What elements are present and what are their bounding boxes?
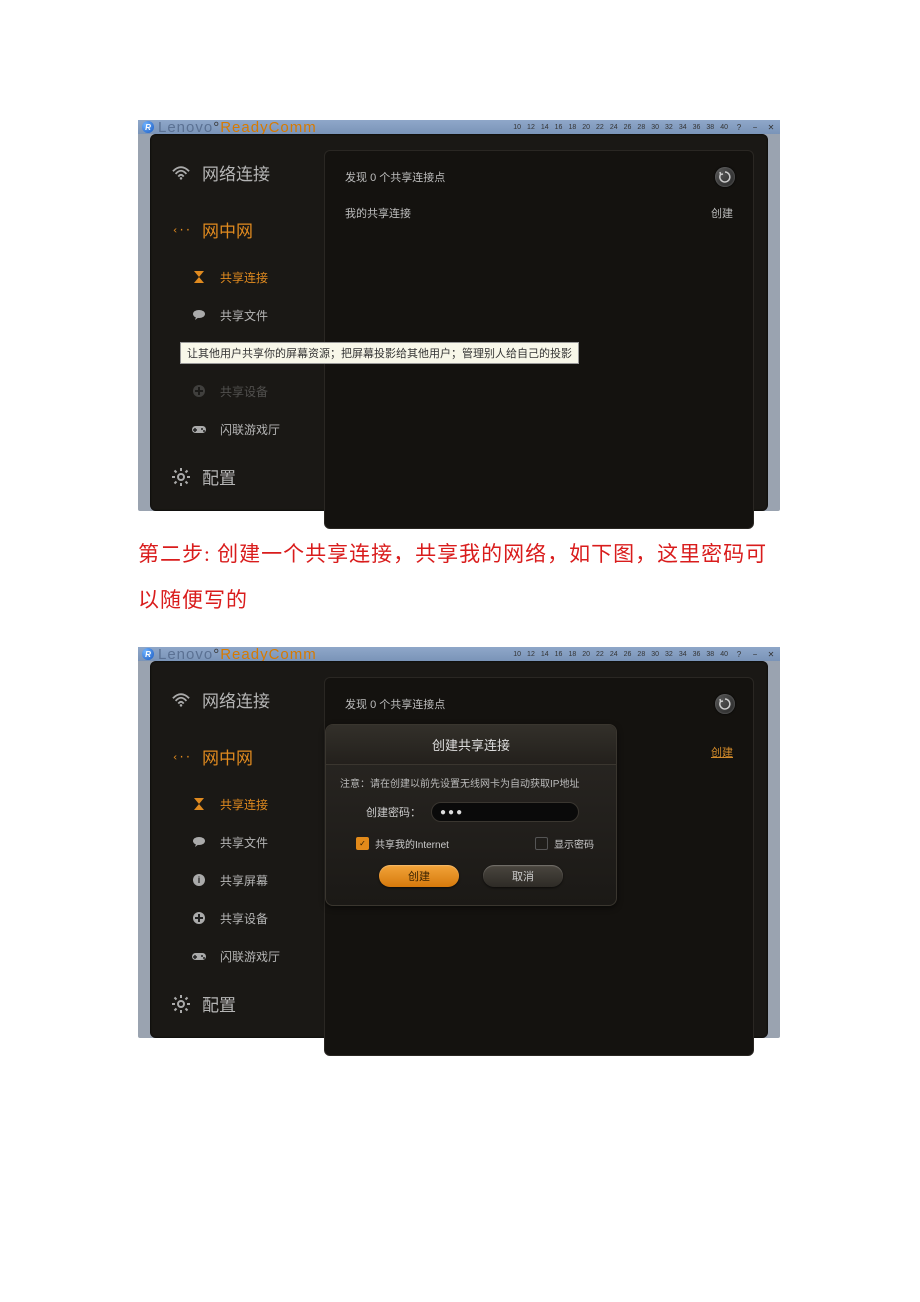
titlebar: R Lenovo°ReadyComm 101214161820222426283… — [138, 120, 780, 134]
step-caption: 第二步: 创建一个共享连接，共享我的网络，如下图，这里密码可以随便写的 — [138, 531, 782, 623]
tooltip: 让其他用户共享你的屏幕资源；把屏幕投影给其他用户；管理别人给自己的投影 — [180, 342, 579, 364]
app-title: Lenovo°ReadyComm — [158, 646, 317, 663]
sidebar-item-label: 共享连接 — [220, 796, 268, 813]
sidebar-item-label: 共享屏幕 — [220, 872, 268, 889]
mesh-icon: ‹···› — [172, 748, 190, 766]
checkbox-label: 显示密码 — [554, 836, 594, 851]
sidebar-item-label: 网络连接 — [202, 160, 270, 185]
sidebar-item-share-device[interactable]: 共享设备 — [150, 374, 320, 408]
checkbox-label: 共享我的Internet — [375, 836, 449, 851]
password-label: 创建密码： — [366, 804, 421, 820]
checkbox-on-icon: ✓ — [356, 837, 369, 850]
create-link[interactable]: 创建 — [711, 744, 733, 760]
sidebar-item-label: 共享文件 — [220, 834, 268, 851]
svg-text:‹···›: ‹···› — [172, 750, 190, 763]
create-button[interactable]: 创建 — [379, 865, 459, 887]
sidebar-item-label: 配置 — [202, 991, 236, 1016]
close-icon[interactable]: ✕ — [766, 649, 776, 659]
sidebar-item-label: 共享设备 — [220, 383, 268, 400]
chat-icon — [190, 833, 208, 851]
show-password-checkbox[interactable]: 显示密码 — [535, 836, 594, 851]
sidebar-item-label: 网络连接 — [202, 687, 270, 712]
sidebar-item-share-screen[interactable]: i 共享屏幕 — [150, 863, 320, 897]
my-share-label: 我的共享连接 — [345, 205, 411, 221]
gear-icon — [172, 468, 190, 486]
sidebar-item-network[interactable]: 网络连接 — [150, 673, 320, 726]
content-panel: 发现 0 个共享连接点 创建 创建共享连接 注意：请在创建以前先设置无线网卡为自… — [324, 677, 754, 1056]
found-line: 发现 0 个共享连接点 — [345, 696, 733, 712]
svg-text:‹···›: ‹···› — [172, 223, 190, 236]
dialog-note: 注意：请在创建以前先设置无线网卡为自动获取IP地址 — [326, 765, 616, 796]
sidebar-item-mesh[interactable]: ‹···› 网中网 — [150, 730, 320, 783]
sidebar-item-label: 共享文件 — [220, 307, 268, 324]
wifi-icon — [172, 691, 190, 709]
sidebar-item-label: 网中网 — [202, 217, 253, 242]
close-icon[interactable]: ✕ — [766, 122, 776, 132]
dialog-title: 创建共享连接 — [326, 725, 616, 765]
refresh-button[interactable] — [715, 167, 735, 187]
app-logo-icon: R — [142, 121, 154, 133]
sidebar: 网络连接 ‹···› 网中网 共享连接 — [150, 142, 320, 503]
sidebar-item-settings[interactable]: 配置 — [150, 977, 320, 1030]
sidebar-item-settings[interactable]: 配置 — [150, 450, 320, 503]
sidebar-item-label: 配置 — [202, 464, 236, 489]
wifi-icon — [172, 164, 190, 182]
gear-icon — [172, 995, 190, 1013]
create-share-dialog: 创建共享连接 注意：请在创建以前先设置无线网卡为自动获取IP地址 创建密码： ✓… — [325, 724, 617, 906]
app-title: Lenovo°ReadyComm — [158, 119, 317, 136]
svg-text:i: i — [198, 875, 201, 885]
minimize-icon[interactable]: − — [750, 649, 760, 659]
titlebar: R Lenovo°ReadyComm 101214161820222426283… — [138, 647, 780, 661]
info-icon: i — [190, 871, 208, 889]
sidebar-item-share-conn[interactable]: 共享连接 — [150, 260, 320, 294]
sidebar-item-label: 网中网 — [202, 744, 253, 769]
checkbox-off-icon — [535, 837, 548, 850]
hourglass-icon — [190, 268, 208, 286]
mesh-icon: ‹···› — [172, 221, 190, 239]
sidebar-item-label: 共享连接 — [220, 269, 268, 286]
sidebar-item-share-file[interactable]: 共享文件 — [150, 298, 320, 332]
chat-icon — [190, 306, 208, 324]
hourglass-icon — [190, 795, 208, 813]
minimize-icon[interactable]: − — [750, 122, 760, 132]
help-icon[interactable]: ? — [734, 122, 744, 132]
sidebar: 网络连接 ‹···› 网中网 共享连接 — [150, 669, 320, 1030]
ruler-ticks: 10121416182022242628303234363840 ? − ✕ — [513, 647, 780, 661]
sidebar-item-mesh[interactable]: ‹···› 网中网 — [150, 203, 320, 256]
sidebar-item-label: 闪联游戏厅 — [220, 421, 280, 438]
screenshot-2: R Lenovo°ReadyComm 101214161820222426283… — [138, 647, 780, 1038]
sidebar-item-share-conn[interactable]: 共享连接 — [150, 787, 320, 821]
cancel-button[interactable]: 取消 — [483, 865, 563, 887]
sidebar-item-label: 闪联游戏厅 — [220, 948, 280, 965]
plus-circle-icon — [190, 909, 208, 927]
screenshot-1: R Lenovo°ReadyComm 101214161820222426283… — [138, 120, 780, 511]
plus-circle-icon — [190, 382, 208, 400]
sidebar-item-network[interactable]: 网络连接 — [150, 146, 320, 199]
sidebar-item-label: 共享设备 — [220, 910, 268, 927]
ruler-ticks: 10121416182022242628303234363840 ? − ✕ — [513, 120, 780, 134]
create-link[interactable]: 创建 — [711, 205, 733, 221]
help-icon[interactable]: ? — [734, 649, 744, 659]
sidebar-item-share-file[interactable]: 共享文件 — [150, 825, 320, 859]
password-input[interactable] — [431, 802, 579, 822]
sidebar-item-game-hall[interactable]: 闪联游戏厅 — [150, 939, 320, 973]
content-panel: 发现 0 个共享连接点 我的共享连接 创建 — [324, 150, 754, 529]
app-logo-icon: R — [142, 648, 154, 660]
sidebar-item-game-hall[interactable]: 闪联游戏厅 — [150, 412, 320, 446]
found-line: 发现 0 个共享连接点 — [345, 169, 733, 185]
sidebar-item-share-device[interactable]: 共享设备 — [150, 901, 320, 935]
share-internet-checkbox[interactable]: ✓ 共享我的Internet — [356, 836, 449, 851]
gamepad-icon — [190, 420, 208, 438]
gamepad-icon — [190, 947, 208, 965]
